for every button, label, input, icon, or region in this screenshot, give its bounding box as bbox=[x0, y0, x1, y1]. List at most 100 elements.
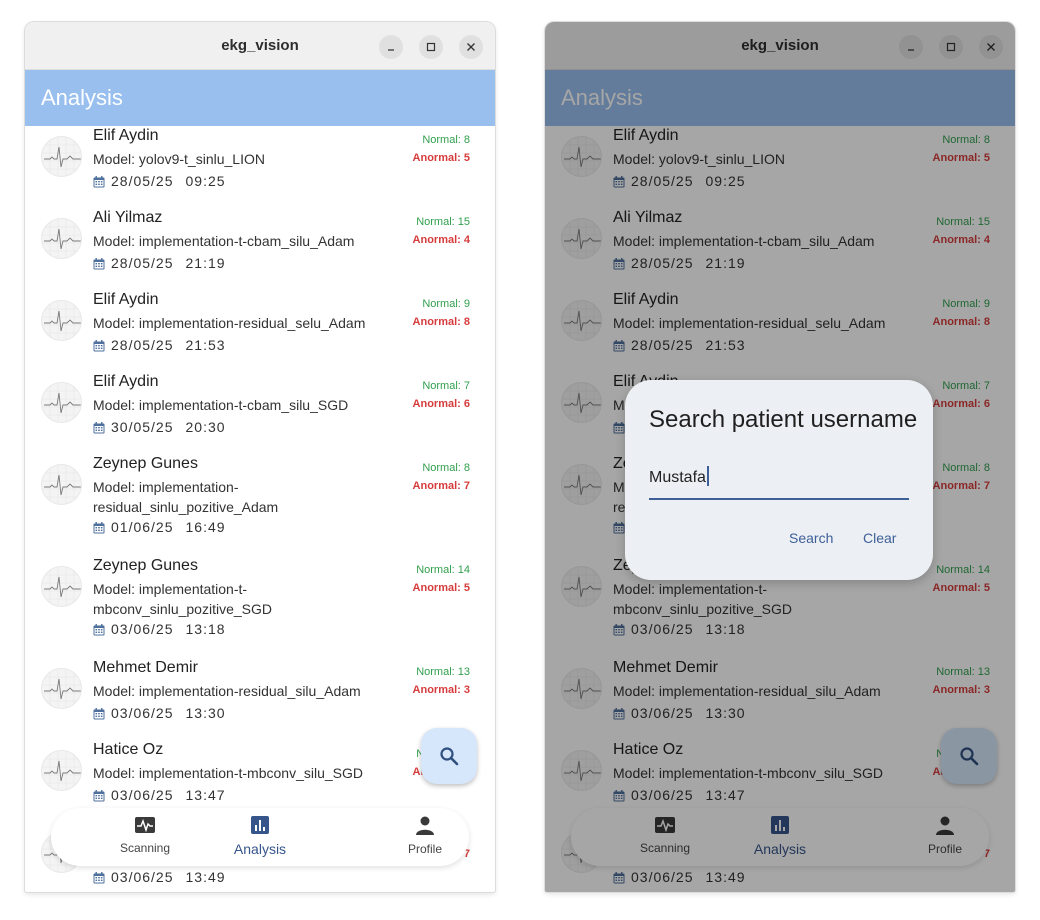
analysis-time: 13:18 bbox=[185, 621, 226, 637]
nav-scanning-label: Scanning bbox=[119, 841, 171, 855]
close-icon bbox=[467, 43, 475, 51]
search-button[interactable]: Search bbox=[789, 530, 833, 546]
ekg-waveform-icon bbox=[42, 301, 81, 340]
analysis-date: 03/06/25 bbox=[111, 787, 174, 803]
model-name: Model: implementation-t-cbam_silu_SGD bbox=[93, 397, 349, 413]
search-dialog: Search patient username Mustafa Search C… bbox=[625, 380, 933, 580]
patient-name: Elif Aydin bbox=[93, 127, 159, 144]
analysis-time: 09:25 bbox=[185, 173, 226, 189]
analysis-date: 03/06/25 bbox=[111, 621, 174, 637]
ekg-waveform-icon bbox=[42, 137, 81, 176]
ekg-thumbnail bbox=[41, 750, 82, 791]
anormal-count: Anormal: 3 bbox=[412, 684, 470, 696]
title-bar: ekg_vision bbox=[25, 22, 495, 70]
username-input-value: Mustafa bbox=[649, 466, 709, 487]
analysis-time: 20:30 bbox=[185, 419, 226, 435]
model-name-line2: mbconv_sinlu_pozitive_SGD bbox=[93, 601, 272, 617]
calendar-icon bbox=[93, 256, 105, 274]
normal-count: Normal: 13 bbox=[416, 666, 470, 678]
normal-count: Normal: 14 bbox=[416, 564, 470, 576]
anormal-count: Anormal: 5 bbox=[412, 582, 470, 594]
minimize-icon bbox=[388, 49, 394, 51]
analysis-time: 13:30 bbox=[185, 705, 226, 721]
close-button[interactable] bbox=[459, 35, 483, 59]
anormal-count: Anormal: 8 bbox=[412, 316, 470, 328]
calendar-icon bbox=[93, 788, 105, 806]
ekg-monitor-icon bbox=[135, 817, 155, 833]
analysis-date: 30/05/25 bbox=[111, 419, 174, 435]
app-window-right: ekg_vision Analysis Elif Aydin Model: yo… bbox=[545, 22, 1015, 892]
analysis-date: 01/06/25 bbox=[111, 519, 174, 535]
anormal-count: Anormal: 6 bbox=[412, 398, 470, 410]
analysis-date: 03/06/25 bbox=[111, 705, 174, 721]
calendar-icon bbox=[93, 870, 105, 888]
analysis-datetime: 28/05/25 09:25 bbox=[93, 172, 226, 192]
search-icon bbox=[440, 747, 459, 766]
bottom-navigation: Scanning Analysis Profile bbox=[51, 808, 469, 866]
model-name-line2: residual_sinlu_pozitive_Adam bbox=[93, 499, 279, 515]
normal-count: Normal: 7 bbox=[422, 380, 470, 392]
model-name-line1: Model: implementation-t- bbox=[93, 581, 248, 597]
page-title: Analysis bbox=[41, 85, 123, 110]
model-name: Model: implementation-residual_sinlu_poz… bbox=[93, 477, 393, 517]
app-bar: Analysis bbox=[25, 70, 495, 126]
nav-profile-label: Profile bbox=[407, 842, 442, 856]
person-icon bbox=[416, 816, 434, 835]
calendar-icon bbox=[93, 520, 105, 538]
analysis-time: 21:53 bbox=[185, 337, 226, 353]
model-name: Model: yolov9-t_sinlu_LION bbox=[93, 151, 265, 167]
calendar-icon bbox=[93, 622, 105, 640]
analysis-date: 28/05/25 bbox=[111, 255, 174, 271]
analysis-datetime: 01/06/25 16:49 bbox=[93, 518, 226, 538]
calendar-icon bbox=[93, 420, 105, 438]
ekg-waveform-icon bbox=[42, 219, 81, 258]
analysis-datetime: 30/05/25 20:30 bbox=[93, 418, 226, 438]
calendar-icon bbox=[93, 174, 105, 192]
patient-name: Hatice Oz bbox=[93, 741, 164, 758]
patient-name: Elif Aydin bbox=[93, 373, 159, 390]
anormal-count: Anormal: 5 bbox=[412, 152, 470, 164]
analysis-time: 13:47 bbox=[185, 787, 226, 803]
nav-scanning[interactable]: Scanning bbox=[95, 816, 195, 855]
nav-profile[interactable]: Profile bbox=[375, 816, 475, 856]
dialog-title: Search patient username bbox=[649, 406, 918, 433]
model-name: Model: implementation-t-mbconv_silu_SGD bbox=[93, 765, 363, 781]
model-name-line1: Model: implementation- bbox=[93, 479, 239, 495]
ekg-waveform-icon bbox=[42, 465, 81, 504]
username-search-input[interactable]: Mustafa bbox=[649, 462, 909, 500]
anormal-count: Anormal: 7 bbox=[412, 480, 470, 492]
ekg-thumbnail bbox=[41, 566, 82, 607]
analysis-datetime: 28/05/25 21:19 bbox=[93, 254, 226, 274]
ekg-waveform-icon bbox=[42, 751, 81, 790]
calendar-icon bbox=[93, 338, 105, 356]
nav-analysis[interactable]: Analysis bbox=[210, 816, 310, 857]
analysis-date: 03/06/25 bbox=[111, 869, 174, 885]
normal-count: Normal: 8 bbox=[422, 462, 470, 474]
bar-chart-icon bbox=[251, 816, 269, 834]
ekg-waveform-icon bbox=[42, 567, 81, 606]
ekg-waveform-icon bbox=[42, 383, 81, 422]
ekg-thumbnail bbox=[41, 218, 82, 259]
analysis-time: 13:49 bbox=[185, 869, 226, 885]
analysis-datetime: 28/05/25 21:53 bbox=[93, 336, 226, 356]
model-name: Model: implementation-residual_selu_Adam bbox=[93, 315, 366, 331]
maximize-button[interactable] bbox=[419, 35, 443, 59]
ekg-thumbnail bbox=[41, 668, 82, 709]
clear-button[interactable]: Clear bbox=[863, 530, 896, 546]
patient-name: Zeynep Gunes bbox=[93, 455, 198, 472]
analysis-datetime: 03/06/25 13:18 bbox=[93, 620, 226, 640]
analysis-datetime: 03/06/25 13:49 bbox=[93, 868, 226, 888]
calendar-icon bbox=[93, 706, 105, 724]
analysis-datetime: 03/06/25 13:47 bbox=[93, 786, 226, 806]
nav-analysis-label: Analysis bbox=[233, 841, 287, 857]
search-fab[interactable] bbox=[421, 728, 477, 784]
analysis-date: 28/05/25 bbox=[111, 173, 174, 189]
model-name: Model: implementation-t-cbam_silu_Adam bbox=[93, 233, 355, 249]
model-name: Model: implementation-t-mbconv_sinlu_poz… bbox=[93, 579, 393, 619]
minimize-button[interactable] bbox=[379, 35, 403, 59]
analysis-datetime: 03/06/25 13:30 bbox=[93, 704, 226, 724]
analysis-date: 28/05/25 bbox=[111, 337, 174, 353]
anormal-count: Anormal: 4 bbox=[412, 234, 470, 246]
model-name: Model: implementation-residual_silu_Adam bbox=[93, 683, 361, 699]
normal-count: Normal: 8 bbox=[422, 134, 470, 146]
